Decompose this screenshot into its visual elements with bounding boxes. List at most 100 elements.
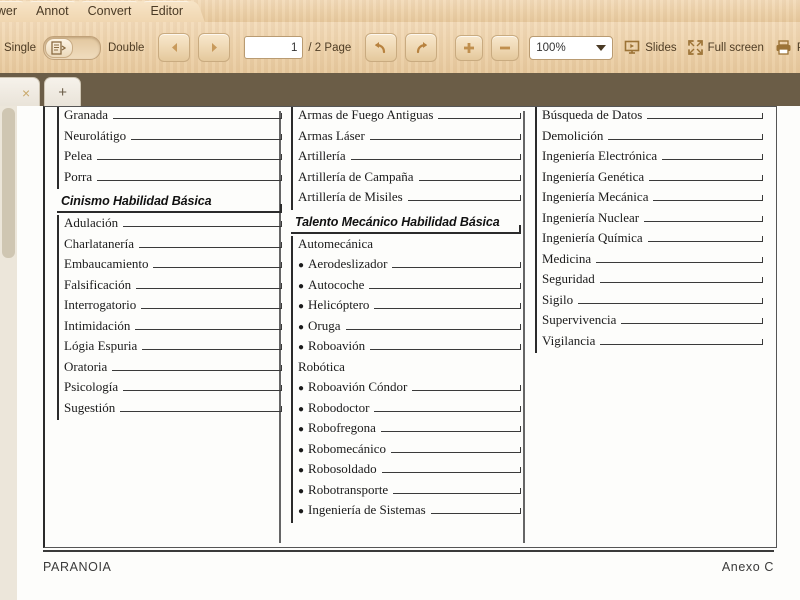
skill-name: Artillería de Misiles xyxy=(298,189,403,204)
vertical-scrollbar[interactable] xyxy=(0,106,18,600)
sheet-column: Búsqueda de Datos Demolición Ingeniería El… xyxy=(535,107,764,547)
skill-row: ● Robodoctor xyxy=(298,400,521,421)
skill-name: Ingeniería Electrónica xyxy=(542,148,658,163)
skill-value-line[interactable] xyxy=(380,426,522,432)
skill-row: Ingeniería Química xyxy=(542,230,764,251)
skill-value-line[interactable] xyxy=(97,154,282,160)
zoom-in-button[interactable] xyxy=(455,34,484,61)
document-tab[interactable]: a ... × xyxy=(0,77,41,106)
toggle-knob[interactable] xyxy=(44,37,73,58)
skill-group: Granada Neurolátigo Pelea Porra xyxy=(57,107,282,189)
skill-value-line[interactable] xyxy=(621,318,763,324)
skill-value-line[interactable] xyxy=(139,241,282,248)
skill-name: Ingeniería Genética xyxy=(542,168,645,184)
footer-section: Anexo C xyxy=(721,560,774,574)
skill-value-line[interactable] xyxy=(599,277,764,283)
skill-value-line[interactable] xyxy=(374,303,521,309)
slides-button[interactable]: Slides xyxy=(624,40,677,55)
skill-name: Oratoria xyxy=(64,358,108,374)
skill-value-line[interactable] xyxy=(97,174,282,181)
page-number-value: 1 xyxy=(291,41,298,54)
page-number-input[interactable]: 1 xyxy=(244,36,304,59)
skill-name: Robomecánico xyxy=(308,440,387,456)
skill-value-line[interactable] xyxy=(345,323,522,330)
skill-row: Ingeniería Nuclear xyxy=(542,210,763,231)
skill-name: Intimidación xyxy=(64,317,131,333)
skill-value-line[interactable] xyxy=(407,195,522,201)
skill-row: Demolición xyxy=(542,128,763,149)
bullet-icon: ● xyxy=(298,301,305,312)
skill-value-line[interactable] xyxy=(653,195,763,201)
next-page-button[interactable] xyxy=(198,33,231,62)
print-button[interactable]: Print xyxy=(775,40,800,55)
skill-value-line[interactable] xyxy=(393,487,521,494)
skill-row: ● Roboavión xyxy=(298,338,521,359)
skill-name: Helicóptero xyxy=(308,297,370,312)
new-tab-button[interactable]: + xyxy=(44,77,81,106)
skill-value-line[interactable] xyxy=(113,113,282,119)
skill-row: ● Robofregona xyxy=(298,420,522,441)
skill-name: Robosoldado xyxy=(308,461,377,476)
skill-name: Seguridad xyxy=(542,271,595,286)
previous-page-button[interactable] xyxy=(158,33,191,62)
skill-value-line[interactable] xyxy=(647,113,763,119)
skill-value-line[interactable] xyxy=(378,247,521,248)
skill-value-line[interactable] xyxy=(430,508,522,514)
skill-value-line[interactable] xyxy=(369,133,522,140)
skill-value-line[interactable] xyxy=(644,215,763,222)
skill-value-line[interactable] xyxy=(123,385,282,391)
fullscreen-button[interactable]: Full screen xyxy=(687,40,764,55)
skill-value-line[interactable] xyxy=(392,262,521,268)
skill-value-line[interactable] xyxy=(647,236,764,242)
skill-value-line[interactable] xyxy=(649,174,763,181)
menu-tab-label: Convert xyxy=(87,4,132,18)
close-icon[interactable]: × xyxy=(22,86,30,100)
skill-value-line[interactable] xyxy=(135,323,282,330)
skill-name: Falsificación xyxy=(64,276,132,292)
skill-name: Robótica xyxy=(298,358,345,374)
skill-value-line[interactable] xyxy=(381,467,522,473)
skill-value-line[interactable] xyxy=(374,405,521,412)
skill-value-line[interactable] xyxy=(153,262,282,268)
skill-value-line[interactable] xyxy=(350,154,522,160)
skill-value-line[interactable] xyxy=(438,113,521,119)
skill-value-line[interactable] xyxy=(608,133,763,140)
skill-group: Talento Mecánico Habilidad Básica Automec… xyxy=(291,210,522,523)
zoom-level-select[interactable]: 100% xyxy=(529,35,614,60)
skill-value-line[interactable] xyxy=(369,282,521,289)
skill-value-line[interactable] xyxy=(600,338,763,345)
skill-row: ● Robotransporte xyxy=(298,482,521,503)
skill-value-line[interactable] xyxy=(578,297,763,304)
rotate-right-button[interactable] xyxy=(405,33,438,62)
bullet-icon: ● xyxy=(298,280,305,292)
redo-arrow-icon xyxy=(413,41,429,55)
skill-name: Ingeniería Nuclear xyxy=(542,209,640,225)
skill-name: Sigilo xyxy=(542,291,574,307)
zoom-out-button[interactable] xyxy=(491,34,520,61)
menu-tab-label: Annot xyxy=(35,4,69,18)
page-layout-toggle[interactable] xyxy=(42,35,101,60)
skill-row: Lógia Espuria xyxy=(64,338,282,359)
skill-value-line[interactable] xyxy=(412,385,521,391)
skill-value-line[interactable] xyxy=(662,154,763,160)
skill-value-line[interactable] xyxy=(370,344,521,350)
skill-value-line[interactable] xyxy=(136,282,282,289)
skill-value-line[interactable] xyxy=(418,174,522,181)
skill-name: Armas Láser xyxy=(298,127,365,143)
toolbar: Single Double 1 / 2 Page 100% Slides Ful… xyxy=(0,22,800,74)
skill-value-line[interactable] xyxy=(131,133,282,140)
printer-icon xyxy=(775,40,792,55)
skill-value-line[interactable] xyxy=(112,364,282,371)
rotate-left-button[interactable] xyxy=(365,33,398,62)
skill-value-line[interactable] xyxy=(596,256,763,263)
skill-value-line[interactable] xyxy=(350,370,521,371)
scrollbar-thumb[interactable] xyxy=(2,108,15,258)
skill-value-line[interactable] xyxy=(142,344,282,350)
skill-value-line[interactable] xyxy=(120,405,282,412)
skill-value-line[interactable] xyxy=(141,303,282,309)
menu-tab-editor[interactable]: Editor xyxy=(137,1,197,22)
skill-value-line[interactable] xyxy=(391,446,521,453)
skill-group-header: Cinismo Habilidad Básica xyxy=(57,189,282,213)
skill-value-line[interactable] xyxy=(123,221,282,227)
skill-name: Ingeniería Mecánica xyxy=(542,189,649,204)
